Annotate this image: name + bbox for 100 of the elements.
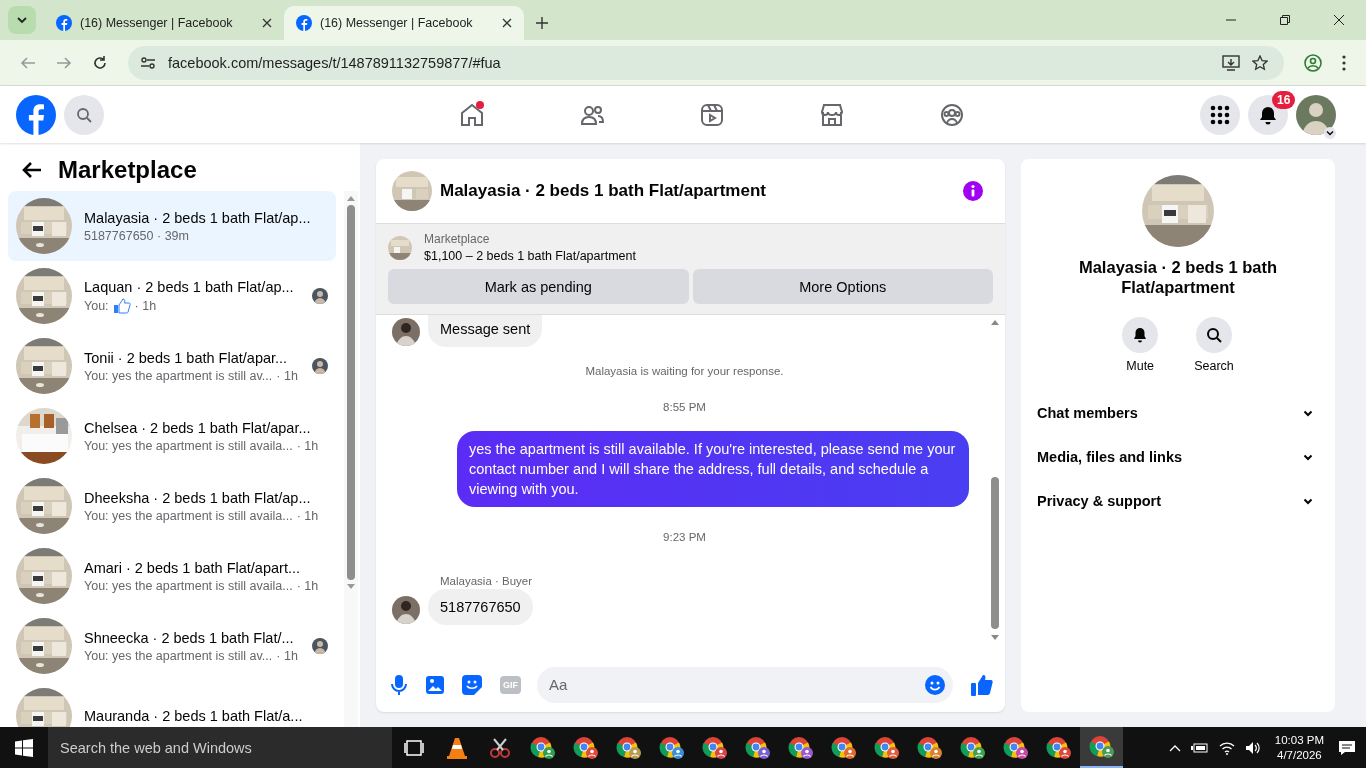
- conversation-item[interactable]: Laquan · 2 beds 1 bath Flat/ap... You: · 1h: [8, 261, 336, 331]
- message-preview: You: yes the apartment is still av...: [84, 648, 273, 663]
- close-icon[interactable]: [1334, 15, 1344, 25]
- group-icon: [939, 101, 965, 128]
- message-preview: You: yes the apartment is still availa...: [84, 508, 293, 523]
- listing-label: Marketplace: [424, 232, 491, 246]
- facebook-logo-icon: [56, 15, 72, 31]
- conversation-item[interactable]: Malayasia · 2 beds 1 bath Flat/ap... 5187767650 · 39m: [8, 191, 336, 261]
- restore-icon[interactable]: [1280, 15, 1290, 25]
- battery-icon[interactable]: [1190, 741, 1209, 754]
- clock[interactable]: 10:03 PM 4/7/2026: [1274, 732, 1324, 763]
- chat-title: Malayasia · 2 beds 1 bath Flat/apartment: [440, 181, 766, 201]
- action-label: Mute: [1126, 359, 1155, 373]
- scroll-down-icon[interactable]: [991, 635, 999, 641]
- info-icon[interactable]: [963, 181, 983, 201]
- sticker-icon[interactable]: [462, 674, 482, 695]
- tab-search-button[interactable]: [8, 6, 36, 34]
- search-button[interactable]: [1196, 317, 1232, 353]
- conversation-item[interactable]: Chelsea · 2 beds 1 bath Flat/apar... You: yes the apartment is still availa... · 1h: [8, 401, 336, 471]
- conversation-item[interactable]: Dheeksha · 2 beds 1 bath Flat/ap... You: yes the apartment is still availa... · 1h: [8, 471, 336, 541]
- emoji-icon[interactable]: [925, 674, 945, 695]
- site-settings-icon[interactable]: [140, 54, 156, 71]
- bell-icon: [1132, 327, 1149, 343]
- apps-menu-button[interactable]: [1200, 94, 1240, 135]
- message-time: · 1h: [296, 508, 319, 523]
- sidebar-title: Marketplace: [58, 156, 197, 184]
- status-notice: Malayasia is waiting for your response.: [585, 365, 784, 377]
- install-app-icon[interactable]: [1222, 54, 1240, 71]
- notification-count: 16: [1272, 90, 1296, 109]
- shop-icon: [819, 101, 845, 128]
- conversation-title: Tonii · 2 beds 1 bath Flat/apar...: [84, 349, 289, 366]
- message-input[interactable]: Aa: [537, 666, 953, 703]
- image-icon[interactable]: [426, 674, 444, 695]
- account-avatar[interactable]: [1296, 94, 1336, 135]
- section-header[interactable]: Chat members: [1037, 391, 1319, 435]
- received-message: 5187767650: [428, 589, 533, 625]
- conversation-name: Malayasia · 2 beds 1 bath Flat/apartment: [1077, 257, 1279, 297]
- windows-start-icon[interactable]: [15, 738, 33, 757]
- volume-icon[interactable]: [1244, 740, 1261, 755]
- close-icon[interactable]: [262, 18, 272, 28]
- section-header[interactable]: Media, files and links: [1037, 435, 1319, 479]
- thumbs-up-icon: [112, 297, 131, 314]
- scroll-up-icon[interactable]: [991, 319, 999, 325]
- bell-button[interactable]: [1122, 317, 1159, 353]
- thumbs-up-icon[interactable]: [971, 673, 993, 696]
- menu-icon[interactable]: [1342, 54, 1346, 71]
- microphone-icon[interactable]: [390, 674, 408, 695]
- browser-tab[interactable]: (16) Messenger | Facebook: [44, 6, 284, 40]
- conversation-title: Shneecka · 2 beds 1 bath Flat/...: [84, 629, 295, 646]
- scroll-up-icon[interactable]: [347, 195, 355, 201]
- chevron-down-icon: [1303, 497, 1313, 505]
- address-bar[interactable]: facebook.com/messages/t/1487891132759877/#fua: [128, 45, 1284, 80]
- back-arrow-icon[interactable]: [22, 161, 42, 179]
- back-icon[interactable]: [20, 54, 36, 71]
- grid-icon: [1210, 104, 1230, 125]
- notifications-button[interactable]: [1248, 94, 1288, 135]
- show-hidden-icons-icon[interactable]: [1168, 743, 1181, 752]
- reload-icon[interactable]: [92, 54, 108, 71]
- timestamp: 9:23 PM: [663, 531, 706, 543]
- browser-tab[interactable]: (16) Messenger | Facebook: [284, 6, 524, 40]
- received-message: Message sent: [428, 315, 543, 347]
- conversation-title: Dheeksha · 2 beds 1 bath Flat/ap...: [84, 489, 312, 506]
- message-time: · 1h: [296, 438, 319, 453]
- message-preview: You:: [84, 298, 109, 313]
- notification-dot: [476, 100, 484, 109]
- new-tab-icon[interactable]: [536, 17, 548, 29]
- message-time: · 1h: [276, 648, 298, 663]
- close-icon[interactable]: [502, 18, 512, 28]
- play-icon: [699, 101, 725, 128]
- scroll-down-icon[interactable]: [347, 584, 355, 590]
- listing-action-button[interactable]: More Options: [692, 269, 993, 304]
- search-icon: [76, 106, 92, 123]
- message-time: · 1h: [134, 298, 157, 313]
- action-label: Search: [1194, 359, 1234, 373]
- url-text: facebook.com/messages/t/1487891132759877/#fua: [168, 54, 501, 71]
- chevron-down-icon: [1303, 453, 1313, 461]
- tab-title: (16) Messenger | Facebook: [320, 16, 474, 30]
- house-icon: [459, 101, 485, 128]
- wifi-icon[interactable]: [1218, 740, 1235, 755]
- section-header[interactable]: Privacy & support: [1037, 479, 1319, 523]
- conversation-item[interactable]: Shneecka · 2 beds 1 bath Flat/... You: yes the apartment is still av... · 1h: [8, 611, 336, 681]
- forward-icon[interactable]: [56, 54, 72, 71]
- scrollbar-thumb[interactable]: [991, 477, 999, 629]
- notification-center-icon[interactable]: [1338, 739, 1356, 756]
- profile-icon[interactable]: [1304, 53, 1322, 72]
- listing-action-button[interactable]: Mark as pending: [388, 269, 689, 304]
- bell-icon: [1258, 104, 1278, 125]
- message-time: · 1h: [276, 368, 298, 383]
- conversation-title: Mauranda · 2 beds 1 bath Flat/a...: [84, 708, 304, 724]
- browser-taskbar-icon[interactable]: [1080, 727, 1123, 768]
- sender-label: Malayasia · Buyer: [440, 575, 533, 587]
- conversation-title: Malayasia · 2 beds 1 bath Flat/ap...: [84, 209, 312, 226]
- scrollbar-thumb[interactable]: [347, 205, 355, 580]
- facebook-logo-icon[interactable]: [16, 94, 56, 135]
- message-preview: You: yes the apartment is still availa...: [84, 578, 293, 593]
- conversation-item[interactable]: Amari · 2 beds 1 bath Flat/apart... You: yes the apartment is still availa... · 1h: [8, 541, 336, 611]
- bookmark-star-icon[interactable]: [1252, 54, 1268, 71]
- conversation-item[interactable]: Tonii · 2 beds 1 bath Flat/apar... You: yes the apartment is still av... · 1h: [8, 331, 336, 401]
- conversation-title: Laquan · 2 beds 1 bath Flat/ap...: [84, 278, 295, 295]
- taskbar-search-field[interactable]: Search the web and Windows: [48, 727, 392, 768]
